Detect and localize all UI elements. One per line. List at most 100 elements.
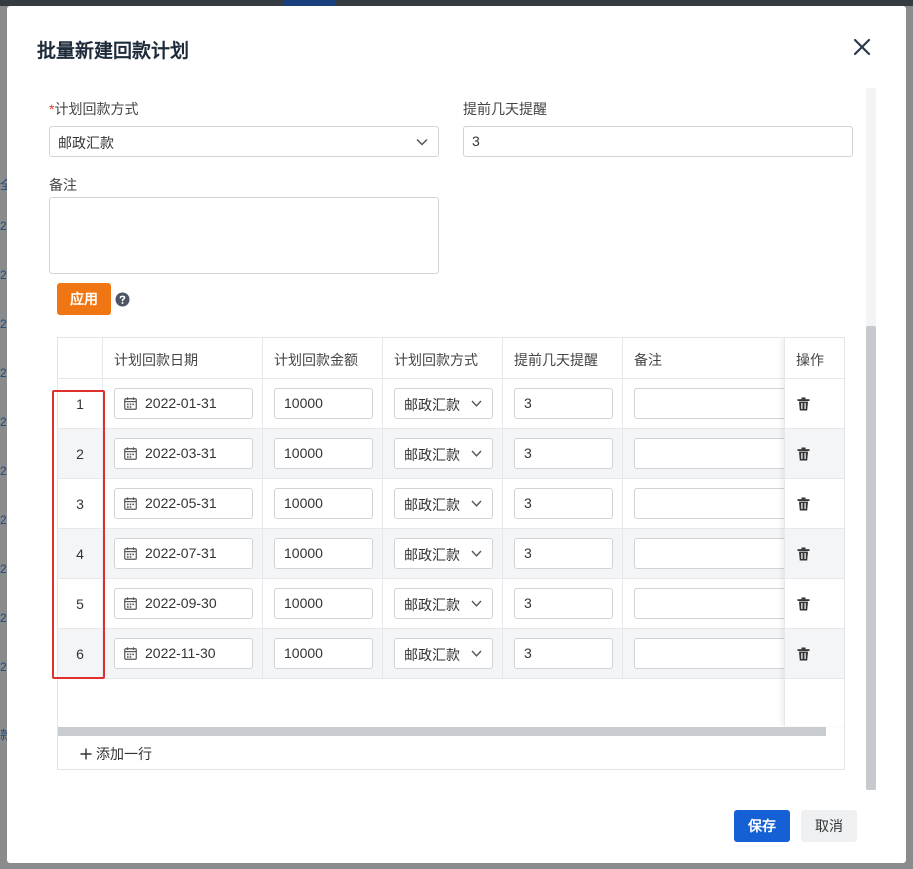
ops-cell bbox=[785, 629, 844, 679]
note-cell bbox=[622, 529, 794, 579]
note-cell bbox=[622, 479, 794, 529]
calendar-icon bbox=[124, 447, 137, 460]
table-row: 6 2022-11-30 10000 邮政汇款 3 bbox=[58, 629, 794, 679]
method-select[interactable]: 邮政汇款 bbox=[394, 388, 493, 419]
date-input[interactable]: 2022-03-31 bbox=[114, 438, 253, 469]
col-header-amount: 计划回款金额 bbox=[262, 338, 382, 379]
amount-input[interactable]: 10000 bbox=[274, 638, 373, 669]
amount-input[interactable]: 10000 bbox=[274, 438, 373, 469]
method-cell: 邮政汇款 bbox=[382, 379, 502, 429]
close-button[interactable] bbox=[849, 34, 875, 60]
ops-column: 操作 bbox=[784, 338, 844, 726]
remind-input[interactable]: 3 bbox=[514, 638, 613, 669]
amount-cell: 10000 bbox=[262, 479, 382, 529]
calendar-icon bbox=[124, 647, 137, 660]
date-value: 2022-01-31 bbox=[145, 395, 217, 411]
note-input[interactable] bbox=[634, 488, 794, 519]
method-cell: 邮政汇款 bbox=[382, 629, 502, 679]
note-cell bbox=[622, 429, 794, 479]
method-select[interactable]: 邮政汇款 bbox=[49, 126, 439, 157]
date-input[interactable]: 2022-09-30 bbox=[114, 588, 253, 619]
method-select[interactable]: 邮政汇款 bbox=[394, 638, 493, 669]
date-cell: 2022-01-31 bbox=[102, 379, 262, 429]
method-cell: 邮政汇款 bbox=[382, 529, 502, 579]
note-cell bbox=[622, 379, 794, 429]
ops-cell bbox=[785, 379, 844, 429]
note-input[interactable] bbox=[634, 588, 794, 619]
help-circle-icon[interactable] bbox=[115, 292, 130, 307]
ops-cell bbox=[785, 529, 844, 579]
remind-label: 提前几天提醒 bbox=[463, 101, 547, 117]
note-input[interactable] bbox=[634, 638, 794, 669]
method-value: 邮政汇款 bbox=[404, 397, 460, 413]
close-icon bbox=[853, 38, 871, 56]
table-header: 计划回款日期 计划回款金额 计划回款方式 提前几天提醒 备注 bbox=[58, 338, 844, 379]
note-input[interactable] bbox=[634, 538, 794, 569]
table-row: 3 2022-05-31 10000 邮政汇款 3 bbox=[58, 479, 794, 529]
method-cell: 邮政汇款 bbox=[382, 579, 502, 629]
remind-cell: 3 bbox=[502, 479, 622, 529]
note-input[interactable] bbox=[634, 388, 794, 419]
date-cell: 2022-07-31 bbox=[102, 529, 262, 579]
trash-icon[interactable] bbox=[797, 547, 810, 561]
date-input[interactable]: 2022-01-31 bbox=[114, 388, 253, 419]
amount-input[interactable]: 10000 bbox=[274, 388, 373, 419]
col-header-note: 备注 bbox=[622, 338, 784, 379]
remind-input[interactable]: 3 bbox=[514, 388, 613, 419]
highlight-box bbox=[52, 390, 105, 679]
trash-icon[interactable] bbox=[797, 647, 810, 661]
note-input[interactable] bbox=[634, 438, 794, 469]
save-button[interactable]: 保存 bbox=[734, 810, 790, 842]
date-value: 2022-03-31 bbox=[145, 445, 217, 461]
method-select[interactable]: 邮政汇款 bbox=[394, 538, 493, 569]
method-select-value: 邮政汇款 bbox=[58, 135, 114, 151]
col-header-remind: 提前几天提醒 bbox=[502, 338, 622, 379]
amount-input[interactable]: 10000 bbox=[274, 538, 373, 569]
chevron-down-icon bbox=[471, 650, 482, 657]
trash-icon[interactable] bbox=[797, 597, 810, 611]
method-select[interactable]: 邮政汇款 bbox=[394, 438, 493, 469]
note-cell bbox=[622, 579, 794, 629]
trash-icon[interactable] bbox=[797, 397, 810, 411]
date-value: 2022-11-30 bbox=[145, 645, 216, 661]
calendar-icon bbox=[124, 397, 137, 410]
method-select[interactable]: 邮政汇款 bbox=[394, 488, 493, 519]
remind-cell: 3 bbox=[502, 379, 622, 429]
remind-input[interactable]: 3 bbox=[463, 126, 853, 157]
remind-input[interactable]: 3 bbox=[514, 538, 613, 569]
method-select[interactable]: 邮政汇款 bbox=[394, 588, 493, 619]
vertical-scrollbar-thumb[interactable] bbox=[866, 326, 876, 790]
date-input[interactable]: 2022-07-31 bbox=[114, 538, 253, 569]
method-value: 邮政汇款 bbox=[404, 447, 460, 463]
plan-table: 计划回款日期 计划回款金额 计划回款方式 提前几天提醒 备注 1 2022-01… bbox=[57, 337, 845, 770]
remind-input[interactable]: 3 bbox=[514, 488, 613, 519]
amount-input[interactable]: 10000 bbox=[274, 588, 373, 619]
calendar-icon bbox=[124, 497, 137, 510]
date-cell: 2022-11-30 bbox=[102, 629, 262, 679]
trash-icon[interactable] bbox=[797, 497, 810, 511]
date-cell: 2022-09-30 bbox=[102, 579, 262, 629]
date-input[interactable]: 2022-11-30 bbox=[114, 638, 253, 669]
method-value: 邮政汇款 bbox=[404, 497, 460, 513]
amount-cell: 10000 bbox=[262, 429, 382, 479]
apply-button[interactable]: 应用 bbox=[57, 283, 111, 315]
calendar-icon bbox=[124, 597, 137, 610]
remind-input[interactable]: 3 bbox=[514, 588, 613, 619]
remind-cell: 3 bbox=[502, 529, 622, 579]
trash-icon[interactable] bbox=[797, 447, 810, 461]
chevron-down-icon bbox=[471, 550, 482, 557]
date-input[interactable]: 2022-05-31 bbox=[114, 488, 253, 519]
method-label-text: 计划回款方式 bbox=[54, 101, 139, 117]
remind-input[interactable]: 3 bbox=[514, 438, 613, 469]
chevron-down-icon bbox=[471, 600, 482, 607]
horizontal-scrollbar[interactable] bbox=[58, 727, 826, 736]
cancel-button[interactable]: 取消 bbox=[801, 810, 857, 842]
amount-input[interactable]: 10000 bbox=[274, 488, 373, 519]
date-value: 2022-07-31 bbox=[145, 545, 217, 561]
note-textarea[interactable] bbox=[49, 197, 439, 274]
amount-cell: 10000 bbox=[262, 529, 382, 579]
table-row: 2 2022-03-31 10000 邮政汇款 3 bbox=[58, 429, 794, 479]
method-label: *计划回款方式 bbox=[49, 99, 138, 119]
add-row-button[interactable]: 添加一行 bbox=[80, 744, 152, 764]
ops-cell bbox=[785, 429, 844, 479]
